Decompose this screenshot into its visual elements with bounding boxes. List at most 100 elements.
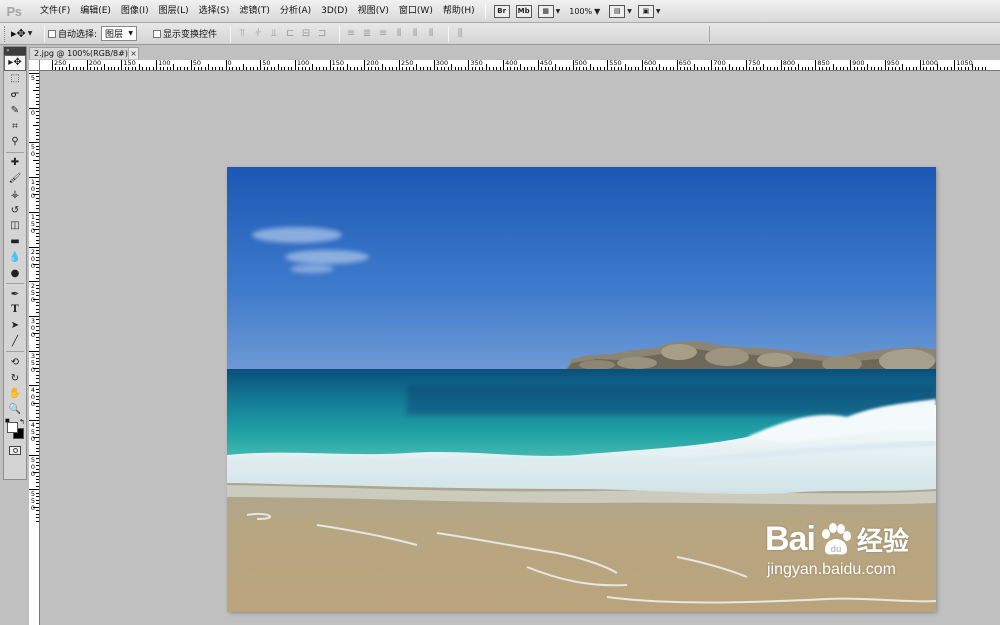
menu-window[interactable]: 窗口(W) <box>394 0 438 23</box>
menu-layer[interactable]: 图层(L) <box>154 0 194 23</box>
menu-view[interactable]: 视图(V) <box>353 0 394 23</box>
marquee-tool-button[interactable]: ⬚ <box>4 71 26 87</box>
distribute-right-icon[interactable]: ⦀ <box>425 28 437 40</box>
zoom-level-dropdown[interactable]: 100% ▼ <box>569 7 600 16</box>
crop-tool-button[interactable]: ⌗ <box>4 118 26 134</box>
align-left-icon[interactable]: ⊏ <box>284 28 296 40</box>
3d-orbit-tool-button[interactable]: ↻ <box>4 370 26 386</box>
ruler-label: 0 <box>227 60 232 67</box>
rectangle-tool-button[interactable]: ╱ <box>4 334 26 350</box>
align-bottom-icon[interactable]: ⫫ <box>268 28 280 40</box>
hand-tool-button[interactable]: ✋ <box>4 386 26 402</box>
quick-selection-tool-button[interactable]: ✎ <box>4 102 26 118</box>
ruler-minor-tick <box>36 163 39 165</box>
path-selection-tool-button[interactable]: ➤ <box>4 318 26 334</box>
move-tool-icon: ▸✥ <box>11 27 26 40</box>
history-brush-tool-button[interactable]: ↺ <box>4 202 26 218</box>
auto-align-layers-icon[interactable]: ⫼ <box>454 28 466 40</box>
menu-filter[interactable]: 滤镜(T) <box>234 0 275 23</box>
screen-mode-button[interactable]: ▣ ▼ <box>637 2 661 20</box>
ruler-minor-tick <box>454 67 456 70</box>
ruler-minor-tick <box>36 215 39 217</box>
ruler-minor-tick <box>36 121 39 123</box>
ruler-minor-tick <box>888 67 890 70</box>
chevron-down-icon: ▼ <box>594 6 601 16</box>
menu-select[interactable]: 选择(S) <box>194 0 235 23</box>
align-vertical-center-icon[interactable]: ⫩ <box>252 28 264 40</box>
distribute-left-icon[interactable]: ⦀ <box>393 28 405 40</box>
ruler-minor-tick <box>36 406 39 408</box>
distribute-top-icon[interactable]: ≡ <box>345 28 357 40</box>
type-tool-button[interactable]: T <box>4 302 26 318</box>
ruler-minor-tick <box>444 67 446 70</box>
menu-3d[interactable]: 3D(D) <box>316 0 353 23</box>
ruler-minor-tick <box>870 67 872 70</box>
options-bar-grip[interactable] <box>4 25 8 42</box>
arrange-documents-button[interactable]: ▤ ▼ <box>609 2 632 20</box>
quick-mask-button[interactable] <box>9 445 21 455</box>
distribute-bottom-icon[interactable]: ≡ <box>377 28 389 40</box>
ruler-minor-tick <box>961 67 963 70</box>
bridge-button[interactable]: Br <box>493 2 510 20</box>
align-top-icon[interactable]: ⫪ <box>236 28 248 40</box>
3d-rotate-tool-button[interactable]: ⟲ <box>4 354 26 370</box>
toolbox-collapse-handle[interactable]: » <box>4 47 26 55</box>
ruler-minor-tick <box>201 67 203 70</box>
menu-analysis[interactable]: 分析(A) <box>275 0 316 23</box>
ruler-minor-tick <box>104 64 106 70</box>
ruler-origin[interactable] <box>29 60 40 71</box>
swap-colors-icon[interactable]: ↰ <box>19 418 25 426</box>
menu-edit[interactable]: 编辑(E) <box>75 0 116 23</box>
distribute-horizontal-center-icon[interactable]: ⦀ <box>409 28 421 40</box>
align-right-icon[interactable]: ⊐ <box>316 28 328 40</box>
horizontal-ruler[interactable]: 250 200 150 100 50 0 50 100 150 200 250 300 350 400 45… <box>40 60 1000 71</box>
ruler-minor-tick <box>169 67 171 70</box>
eraser-tool-button[interactable]: ◫ <box>4 218 26 234</box>
menu-image[interactable]: 图像(I) <box>116 0 154 23</box>
ruler-minor-tick <box>36 184 39 186</box>
ruler-minor-tick <box>562 67 564 70</box>
ruler-minor-tick <box>777 67 779 70</box>
zoom-tool-button[interactable]: 🔍 <box>4 402 26 418</box>
ruler-minor-tick <box>194 67 196 70</box>
ruler-minor-tick <box>617 67 619 70</box>
clone-stamp-tool-button[interactable]: ⚶ <box>4 186 26 202</box>
type-icon: T <box>11 304 19 316</box>
vertical-ruler[interactable]: 505 01 0 01 5 02 0 02 5 03 0 03 5 04 0 0… <box>29 71 40 625</box>
blur-tool-button[interactable]: 💧 <box>4 250 26 266</box>
3d-orbit-icon: ↻ <box>10 372 20 384</box>
ruler-minor-tick <box>107 67 109 70</box>
healing-brush-tool-button[interactable]: ✚ <box>4 155 26 171</box>
eyedropper-tool-button[interactable]: ⚲ <box>4 134 26 150</box>
ruler-minor-tick <box>287 67 289 70</box>
ruler-minor-tick <box>36 336 39 338</box>
move-tool-icon: ▸✥ <box>8 57 22 69</box>
ruler-minor-tick <box>735 67 737 70</box>
auto-select-target-dropdown[interactable]: 图层 ▼ <box>101 26 138 41</box>
foreground-color-swatch[interactable] <box>7 421 18 433</box>
ruler-minor-tick <box>346 64 348 70</box>
quick-mask-icon <box>12 447 18 453</box>
mini-bridge-button[interactable]: Mb <box>515 2 532 20</box>
tool-preset-picker[interactable]: ▸✥ ▼ <box>11 27 41 40</box>
move-tool-button[interactable]: ▸✥ <box>4 55 26 71</box>
view-extras-button[interactable]: ▦ ▼ <box>537 2 560 20</box>
gradient-tool-button[interactable]: ▬ <box>4 234 26 250</box>
menu-help[interactable]: 帮助(H) <box>438 0 480 23</box>
show-transform-checkbox[interactable] <box>153 29 162 38</box>
menu-file[interactable]: 文件(F) <box>35 0 75 23</box>
close-icon[interactable]: × <box>128 48 138 59</box>
align-horizontal-center-icon[interactable]: ⊟ <box>300 28 312 40</box>
auto-select-checkbox[interactable] <box>48 29 56 38</box>
ruler-minor-tick <box>36 413 39 415</box>
lasso-tool-button[interactable]: ᓂ <box>4 87 26 103</box>
dodge-tool-button[interactable]: ● <box>4 265 26 281</box>
document-tab[interactable]: 2.jpg @ 100%(RGB/8#) × <box>29 47 139 59</box>
ruler-minor-tick <box>340 67 341 70</box>
ruler-minor-tick <box>457 67 459 70</box>
brush-tool-button[interactable]: 🖌 <box>4 171 26 187</box>
ruler-minor-tick <box>808 67 810 70</box>
ruler-label: 650 <box>678 60 692 67</box>
pen-tool-button[interactable]: ✒ <box>4 286 26 302</box>
distribute-vertical-center-icon[interactable]: ≣ <box>361 28 373 40</box>
